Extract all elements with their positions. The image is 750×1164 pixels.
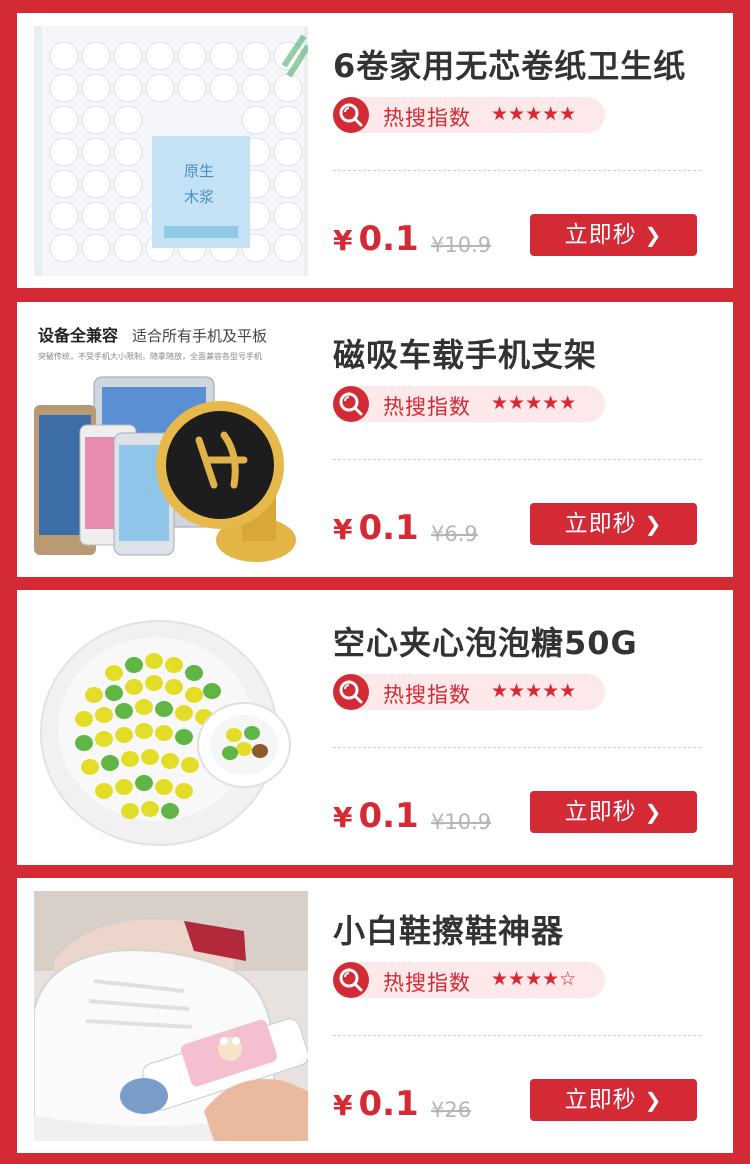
product-image-shoe-cleaner[interactable] [34, 891, 308, 1141]
divider [333, 1035, 701, 1036]
sale-price: ¥0.1 [333, 219, 419, 259]
hot-index-label: 热搜指数 [383, 395, 471, 419]
chevron-right-icon: ❯ [644, 223, 663, 247]
price-value: 0.1 [358, 219, 419, 259]
price-value: 0.1 [358, 796, 419, 836]
product-title[interactable]: 空心夹心泡泡糖50G [333, 618, 638, 664]
rating-stars: ★★★★★ [491, 103, 577, 125]
product-title[interactable]: 小白鞋擦鞋神器 [333, 906, 564, 952]
divider [333, 170, 701, 171]
currency-symbol: ¥ [333, 224, 353, 257]
hot-index-badge: 热搜指数 ★★★★★ [333, 97, 605, 133]
product-card[interactable]: 原生 木浆 6卷家用无芯卷纸卫生纸 热搜指数 ★★★★★ ¥0.1 ¥10.9 … [17, 13, 733, 288]
sale-price: ¥0.1 [333, 796, 419, 836]
buy-now-label: 立即秒 [564, 222, 637, 248]
buy-now-label: 立即秒 [564, 799, 637, 825]
original-price: ¥10.9 [431, 233, 492, 257]
product-title[interactable]: 磁吸车载手机支架 [333, 330, 597, 376]
buy-now-button[interactable]: 立即秒 ❯ [530, 214, 697, 256]
chevron-right-icon: ❯ [644, 800, 663, 824]
search-icon [333, 97, 369, 133]
currency-symbol: ¥ [333, 1089, 353, 1122]
search-icon [333, 674, 369, 710]
currency-symbol: ¥ [333, 513, 353, 546]
sale-price: ¥0.1 [333, 508, 419, 548]
holder-headline-rest: 适合所有手机及平板 [132, 327, 267, 345]
tissue-label-line1: 原生 [184, 162, 214, 180]
hot-index-badge: 热搜指数 ★★★★★ [333, 386, 605, 422]
buy-now-label: 立即秒 [564, 511, 637, 537]
hot-index-label: 热搜指数 [383, 106, 471, 130]
original-price: ¥10.9 [431, 810, 492, 834]
divider [333, 459, 701, 460]
product-card[interactable]: 小白鞋擦鞋神器 热搜指数 ★★★★☆ ¥0.1 ¥26 立即秒 ❯ [17, 878, 733, 1153]
buy-now-label: 立即秒 [564, 1087, 637, 1113]
product-card[interactable]: 设备全兼容 适合所有手机及平板 突破传统，不受手机大小限制，随拿随放，全面兼容各… [17, 302, 733, 577]
product-image-gum[interactable] [34, 603, 308, 853]
price-value: 0.1 [358, 1084, 419, 1124]
rating-stars: ★★★★★ [491, 680, 577, 702]
rating-stars: ★★★★★ [491, 392, 577, 414]
search-icon [333, 962, 369, 998]
price-value: 0.1 [358, 508, 419, 548]
product-image-tissue[interactable]: 原生 木浆 [34, 26, 308, 276]
currency-symbol: ¥ [333, 801, 353, 834]
product-title[interactable]: 6卷家用无芯卷纸卫生纸 [333, 41, 686, 87]
product-image-phone-holder[interactable]: 设备全兼容 适合所有手机及平板 突破传统，不受手机大小限制，随拿随放，全面兼容各… [34, 315, 308, 565]
holder-headline: 设备全兼容 [38, 326, 118, 345]
rating-stars: ★★★★☆ [491, 968, 577, 990]
buy-now-button[interactable]: 立即秒 ❯ [530, 791, 697, 833]
tissue-pack-illustration: 原生 木浆 [34, 26, 308, 276]
buy-now-button[interactable]: 立即秒 ❯ [530, 1079, 697, 1121]
divider [333, 747, 701, 748]
sale-price: ¥0.1 [333, 1084, 419, 1124]
holder-subline: 突破传统，不受手机大小限制，随拿随放，全面兼容各型号手机 [38, 351, 262, 361]
hot-index-badge: 热搜指数 ★★★★★ [333, 674, 605, 710]
phone-holder-illustration: 设备全兼容 适合所有手机及平板 突破传统，不受手机大小限制，随拿随放，全面兼容各… [34, 315, 308, 565]
product-card[interactable]: 空心夹心泡泡糖50G 热搜指数 ★★★★★ ¥0.1 ¥10.9 立即秒 ❯ [17, 590, 733, 865]
chevron-right-icon: ❯ [644, 1088, 663, 1112]
bubble-gum-illustration [34, 603, 308, 853]
chevron-right-icon: ❯ [644, 512, 663, 536]
hot-index-badge: 热搜指数 ★★★★☆ [333, 962, 605, 998]
hot-index-label: 热搜指数 [383, 683, 471, 707]
original-price: ¥26 [431, 1098, 472, 1122]
hot-index-label: 热搜指数 [383, 971, 471, 995]
tissue-label-line2: 木浆 [184, 188, 214, 206]
buy-now-button[interactable]: 立即秒 ❯ [530, 503, 697, 545]
original-price: ¥6.9 [431, 522, 478, 546]
search-icon [333, 386, 369, 422]
shoe-cleaner-illustration [34, 891, 308, 1141]
